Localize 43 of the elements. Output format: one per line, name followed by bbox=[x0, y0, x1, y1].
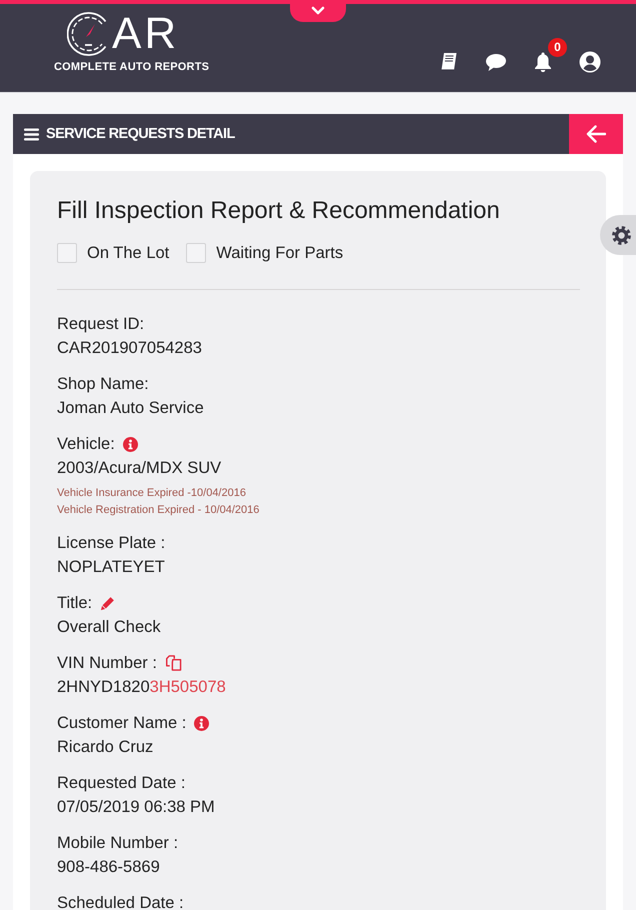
field-label: Requested Date : bbox=[57, 773, 186, 794]
field-label: Shop Name: bbox=[57, 374, 149, 395]
left-arrow-icon bbox=[586, 125, 606, 143]
field-value: 2HNYD18203H505078 bbox=[57, 677, 227, 698]
field-label: License Plate : bbox=[57, 533, 166, 554]
menu-icon[interactable] bbox=[24, 128, 39, 140]
field-label: Title: bbox=[57, 593, 92, 614]
info-icon[interactable] bbox=[194, 716, 210, 730]
field-value: CAR201907054283 bbox=[57, 338, 203, 359]
field-value: NOPLATEYET bbox=[57, 557, 166, 578]
card-title: Fill Inspection Report & Recommendation bbox=[57, 196, 501, 226]
chevron-down-icon bbox=[311, 6, 325, 16]
field-value: 908-486-5869 bbox=[57, 857, 161, 878]
user-icon[interactable] bbox=[579, 51, 601, 73]
checkbox-label[interactable]: Waiting For Parts bbox=[216, 244, 344, 262]
field-value: Overall Check bbox=[57, 617, 162, 638]
back-button[interactable] bbox=[569, 114, 623, 154]
copy-icon[interactable] bbox=[164, 655, 182, 671]
field-value: Ricardo Cruz bbox=[57, 737, 154, 758]
warning-note: Vehicle Registration Expired - 10/04/2016 bbox=[57, 503, 260, 518]
field-value: Joman Auto Service bbox=[57, 398, 205, 419]
warning-note: Vehicle Insurance Expired -10/04/2016 bbox=[57, 486, 247, 501]
section-title: SERVICE REQUESTS DETAIL bbox=[46, 126, 235, 142]
chat-bubble-icon[interactable] bbox=[485, 52, 507, 72]
pencil-icon[interactable] bbox=[100, 596, 116, 610]
checkbox[interactable] bbox=[186, 243, 206, 263]
info-icon[interactable] bbox=[122, 436, 138, 452]
field-label: VIN Number : bbox=[57, 653, 157, 674]
field-label: Vehicle: bbox=[57, 434, 115, 455]
field-label: Customer Name : bbox=[57, 713, 186, 734]
field-label: Scheduled Date : bbox=[57, 893, 184, 910]
gear-icon bbox=[612, 226, 631, 244]
logo-tagline: COMPLETE AUTO REPORTS bbox=[54, 61, 210, 73]
checkbox[interactable] bbox=[57, 243, 77, 263]
book-icon[interactable] bbox=[440, 52, 458, 72]
checkbox-label[interactable]: On The Lot bbox=[87, 244, 170, 262]
bell-icon[interactable] bbox=[534, 52, 552, 72]
field-label: Mobile Number : bbox=[57, 833, 178, 854]
logo-wordmark: AR bbox=[112, 14, 180, 54]
notification-badge: 0 bbox=[548, 38, 567, 57]
field-value: 2003/Acura/MDX SUV bbox=[57, 458, 222, 479]
field-value: 07/05/2019 06:38 PM bbox=[57, 797, 216, 818]
field-label: Request ID: bbox=[57, 314, 144, 335]
